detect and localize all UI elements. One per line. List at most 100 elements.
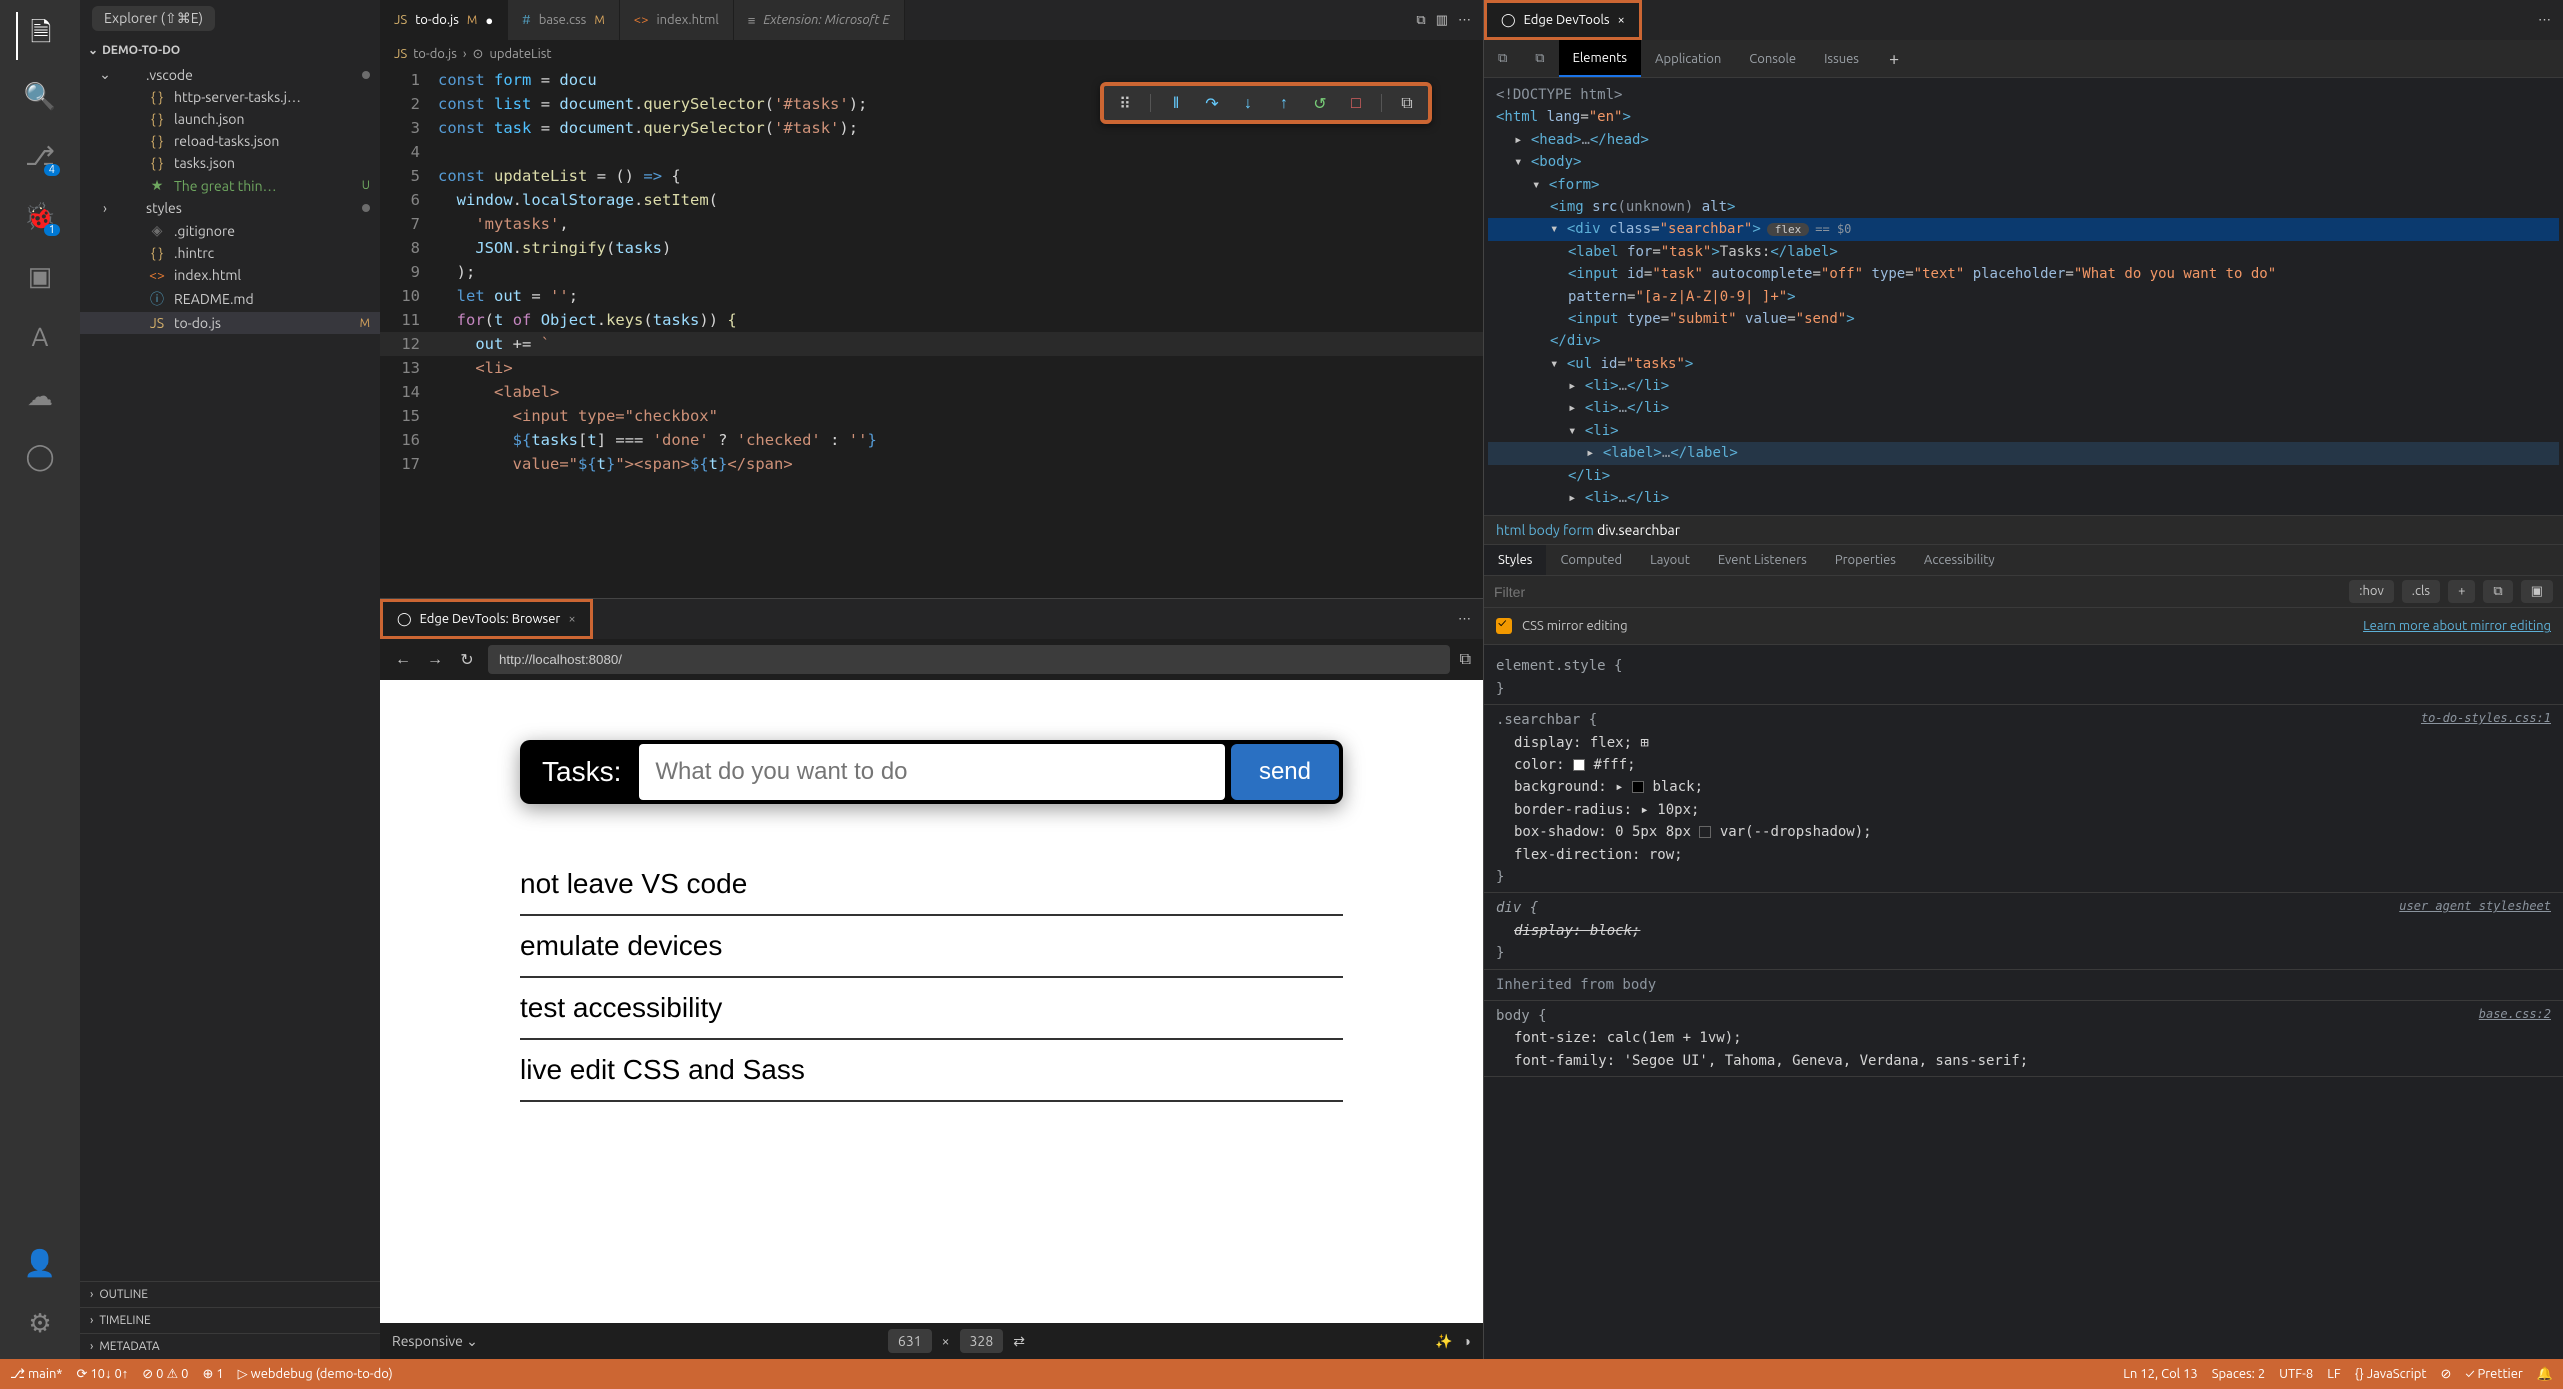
filter-chip[interactable]: .cls: [2402, 580, 2440, 603]
dom-node[interactable]: <input id="task" autocomplete="off" type…: [1488, 263, 2559, 285]
mirror-checkbox[interactable]: [1496, 618, 1512, 634]
breadcrumb[interactable]: JS to-do.js › ⊙ updateList: [380, 40, 1483, 68]
extensions-icon[interactable]: ▣: [16, 252, 64, 300]
panel-more-icon[interactable]: ⋯: [1446, 612, 1483, 627]
debug-btn-0[interactable]: ⠿: [1114, 92, 1136, 114]
file-tree-item[interactable]: { }launch.json: [80, 108, 380, 130]
explorer-icon[interactable]: 🗎: [16, 12, 64, 60]
styles-tab-event-listeners[interactable]: Event Listeners: [1704, 545, 1821, 575]
dom-node[interactable]: ▸ <head>…</head>: [1488, 129, 2559, 151]
scm-icon[interactable]: ⎇4: [16, 132, 64, 180]
dom-node[interactable]: </div>: [1488, 330, 2559, 352]
dom-node[interactable]: ▾ <li>: [1488, 420, 2559, 442]
more-icon[interactable]: ⋯: [1458, 13, 1471, 28]
close-icon[interactable]: ×: [1618, 13, 1625, 27]
styles-tab-properties[interactable]: Properties: [1821, 545, 1910, 575]
browser-viewport[interactable]: Tasks: not leave VS codeemulate devicest…: [380, 680, 1483, 1323]
file-tree-item[interactable]: { }.hintrc: [80, 242, 380, 264]
debug-btn-1[interactable]: ‖: [1165, 92, 1187, 114]
devtools-tab[interactable]: ◯ Edge DevTools ×: [1484, 0, 1642, 40]
debug-btn-6[interactable]: □: [1345, 92, 1367, 114]
status-item[interactable]: Ln 12, Col 13: [2123, 1367, 2197, 1381]
devtools-tool-application[interactable]: Application: [1641, 40, 1735, 77]
reload-icon[interactable]: ↻: [456, 650, 478, 669]
dom-node[interactable]: ▸ <li>…</li>: [1488, 487, 2559, 509]
sidebar-section-timeline[interactable]: ›TIMELINE: [80, 1307, 380, 1333]
dom-node[interactable]: <img src(unknown) alt>: [1488, 196, 2559, 218]
back-icon[interactable]: ←: [392, 650, 414, 669]
dom-node[interactable]: ▾ <body>: [1488, 151, 2559, 173]
editor-tab[interactable]: JSto-do.jsM●: [380, 0, 508, 40]
styles-tab-accessibility[interactable]: Accessibility: [1910, 545, 2009, 575]
search-icon[interactable]: 🔍: [16, 72, 64, 120]
filter-chip[interactable]: +: [2448, 580, 2475, 603]
remote-icon[interactable]: ☁: [16, 372, 64, 420]
mirror-learn-more-link[interactable]: Learn more about mirror editing: [2363, 619, 2551, 633]
file-tree-item[interactable]: ⌄.vscode: [80, 63, 380, 86]
styles-tab-computed[interactable]: Computed: [1546, 545, 1636, 575]
task-item[interactable]: not leave VS code: [520, 854, 1343, 916]
dom-node[interactable]: ▸ <li>…</li>: [1488, 397, 2559, 419]
code-editor[interactable]: ⠿‖↷↓↑↺□⧉ 1const form = docu2const list =…: [380, 68, 1483, 598]
device-toggle-icon[interactable]: ⧉: [1521, 40, 1558, 77]
dom-node[interactable]: <html lang="en">: [1488, 106, 2559, 128]
debug-icon[interactable]: 🐞1: [16, 192, 64, 240]
add-tool-icon[interactable]: +: [1889, 49, 1899, 69]
editor-tab[interactable]: ≡Extension: Microsoft E: [734, 0, 905, 40]
debug-btn-3[interactable]: ↓: [1237, 92, 1259, 114]
filter-input[interactable]: [1494, 584, 2349, 600]
file-tree-item[interactable]: { }reload-tasks.json: [80, 130, 380, 152]
rotate-icon[interactable]: ⇄: [1013, 1333, 1025, 1350]
inspect-element-icon[interactable]: ⧉: [1484, 40, 1521, 77]
gear-icon[interactable]: ⚙: [16, 1299, 64, 1347]
dom-node[interactable]: ▸ <label>…</label>: [1488, 442, 2559, 464]
status-item[interactable]: ⊕ 1: [202, 1367, 223, 1382]
url-input[interactable]: [488, 645, 1450, 674]
viewport-width[interactable]: 631: [888, 1329, 932, 1353]
responsive-selector[interactable]: Responsive ⌄: [392, 1333, 478, 1350]
file-tree-item[interactable]: { }http-server-tasks.j…: [80, 86, 380, 108]
debug-btn-5[interactable]: ↺: [1309, 92, 1331, 114]
send-button[interactable]: [1231, 744, 1339, 800]
file-tree-item[interactable]: ◈.gitignore: [80, 219, 380, 242]
status-item[interactable]: ✓ Prettier: [2465, 1367, 2522, 1381]
devtools-tool-console[interactable]: Console: [1735, 40, 1810, 77]
dom-node[interactable]: ▸ <li>…</li>: [1488, 375, 2559, 397]
sidebar-section-metadata[interactable]: ›METADATA: [80, 1333, 380, 1359]
debug-btn-2[interactable]: ↷: [1201, 92, 1223, 114]
status-item[interactable]: Spaces: 2: [2212, 1367, 2265, 1381]
dom-node[interactable]: <label for="task">Tasks:</label>: [1488, 241, 2559, 263]
inspect-icon[interactable]: ⧉: [1460, 650, 1471, 669]
account-icon[interactable]: 👤: [16, 1239, 64, 1287]
editor-tab[interactable]: #base.cssM: [508, 0, 620, 40]
dom-node[interactable]: <!DOCTYPE html>: [1488, 84, 2559, 106]
file-tree-item[interactable]: { }tasks.json: [80, 152, 380, 174]
filter-chip[interactable]: ⧉: [2483, 580, 2512, 603]
task-item[interactable]: emulate devices: [520, 916, 1343, 978]
status-item[interactable]: {} JavaScript: [2355, 1367, 2427, 1381]
debug-btn-4[interactable]: ↑: [1273, 92, 1295, 114]
task-item[interactable]: test accessibility: [520, 978, 1343, 1040]
status-item[interactable]: 🔔: [2537, 1367, 2553, 1382]
debug-btn-7[interactable]: ⧉: [1396, 92, 1418, 114]
dom-node[interactable]: pattern="[a-z|A-Z|0-9| ]+">: [1488, 286, 2559, 308]
project-root[interactable]: ⌄DEMO-TO-DO: [80, 37, 380, 63]
forward-icon[interactable]: →: [424, 650, 446, 669]
dom-node[interactable]: ▾ <form>: [1488, 174, 2559, 196]
file-tree-item[interactable]: ›styles: [80, 197, 380, 219]
file-tree-item[interactable]: JSto-do.jsM: [80, 312, 380, 334]
dom-node[interactable]: ▾ <ul id="tasks">: [1488, 353, 2559, 375]
editor-tab[interactable]: <>index.html: [620, 0, 734, 40]
devtools-icon[interactable]: ◑: [1463, 1333, 1471, 1349]
status-item[interactable]: LF: [2327, 1367, 2340, 1381]
status-item[interactable]: ⊘: [2440, 1367, 2451, 1382]
styles-tab-styles[interactable]: Styles: [1484, 545, 1546, 575]
dom-breadcrumb[interactable]: html body form div.searchbar: [1484, 515, 2563, 545]
status-item[interactable]: ▷ webdebug (demo-to-do): [238, 1367, 393, 1382]
file-tree-item[interactable]: <>index.html: [80, 264, 380, 286]
dom-node[interactable]: ▾ <div class="searchbar">flex== $0: [1488, 218, 2559, 240]
edge-icon[interactable]: ◯: [16, 432, 64, 480]
task-input[interactable]: [639, 744, 1225, 800]
devtools-tool-issues[interactable]: Issues: [1810, 40, 1873, 77]
panel-more-icon[interactable]: ⋯: [2526, 13, 2563, 28]
